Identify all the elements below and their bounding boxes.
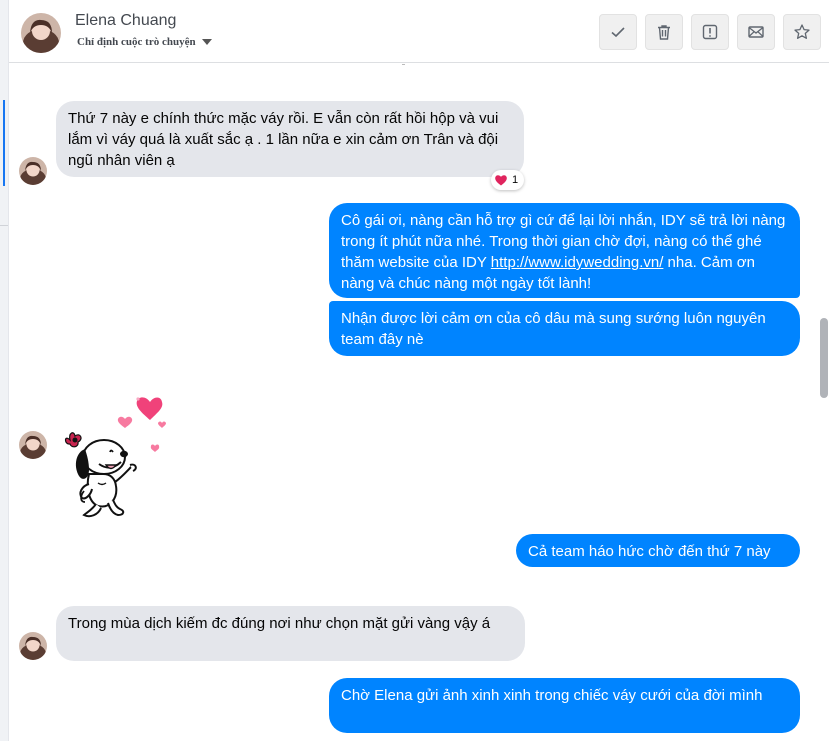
mark-unread-button[interactable] bbox=[737, 14, 775, 50]
message-bubble[interactable]: Cả team háo hức chờ đến thứ 7 này bbox=[516, 534, 800, 567]
message-bubble[interactable]: Nhận được lời cảm ơn của cô dâu mà sung … bbox=[329, 301, 800, 356]
active-indicator bbox=[3, 100, 5, 186]
reaction-count: 1 bbox=[512, 174, 519, 186]
message-bubble[interactable]: Chờ Elena gửi ảnh xinh xinh trong chiếc … bbox=[329, 678, 800, 733]
avatar[interactable] bbox=[21, 13, 61, 53]
heart-icon bbox=[495, 175, 507, 186]
conversation-header: Elena Chuang Chỉ định cuộc trò chuyện bbox=[9, 0, 829, 63]
assign-conversation-dropdown[interactable]: Chỉ định cuộc trò chuyện bbox=[77, 36, 212, 48]
snoopy-hearts-sticker[interactable] bbox=[58, 394, 178, 518]
avatar[interactable] bbox=[19, 632, 47, 660]
message-text: Thứ 7 này e chính thức mặc váy rồi. E vẫ… bbox=[68, 110, 499, 169]
message-bubble[interactable]: Trong mùa dịch kiếm đc đúng nơi như chọn… bbox=[56, 606, 525, 661]
message-text: Cả team háo hức chờ đến thứ 7 này bbox=[528, 543, 771, 560]
envelope-icon bbox=[748, 26, 764, 38]
checkmark-icon bbox=[611, 27, 625, 38]
scrollbar-thumb[interactable] bbox=[820, 318, 828, 398]
website-link[interactable]: http://www.idywedding.vn/ bbox=[491, 254, 664, 271]
left-panel-edge bbox=[0, 0, 9, 741]
caret-down-icon bbox=[201, 39, 212, 45]
star-icon bbox=[794, 24, 810, 39]
mark-spam-button[interactable] bbox=[691, 14, 729, 50]
header-actions bbox=[599, 14, 821, 50]
avatar[interactable] bbox=[19, 157, 47, 185]
message-text: Trong mùa dịch kiếm đc đúng nơi như chọn… bbox=[68, 615, 491, 632]
avatar[interactable] bbox=[19, 431, 47, 459]
alert-icon bbox=[702, 24, 718, 40]
message-text: Chờ Elena gửi ảnh xinh xinh trong chiếc … bbox=[341, 687, 763, 704]
message-text: Nhận được lời cảm ơn của cô dâu mà sung … bbox=[341, 310, 766, 348]
divider bbox=[402, 64, 405, 65]
star-button[interactable] bbox=[783, 14, 821, 50]
mark-done-button[interactable] bbox=[599, 14, 637, 50]
message-bubble[interactable]: Thứ 7 này e chính thức mặc váy rồi. E vẫ… bbox=[56, 101, 524, 177]
message-bubble[interactable]: Cô gái ơi, nàng cần hỗ trợ gì cứ để lại … bbox=[329, 203, 800, 298]
message-reaction[interactable]: 1 bbox=[491, 170, 525, 190]
contact-name: Elena Chuang bbox=[75, 12, 177, 29]
trash-icon bbox=[658, 25, 670, 40]
assign-conversation-label: Chỉ định cuộc trò chuyện bbox=[77, 36, 196, 48]
divider bbox=[0, 225, 8, 226]
delete-button[interactable] bbox=[645, 14, 683, 50]
